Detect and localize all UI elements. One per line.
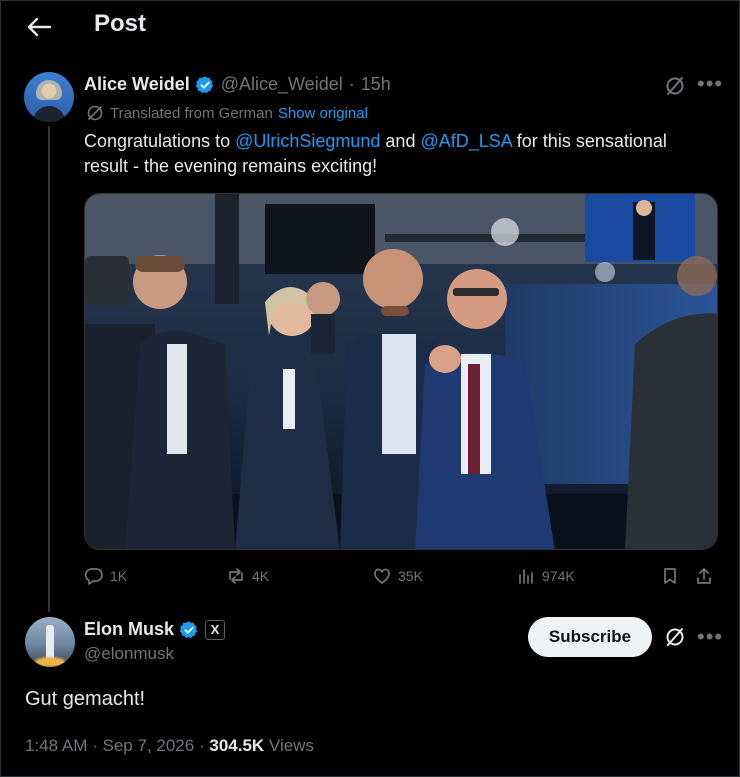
post-text-part: and (380, 131, 421, 151)
reply-text: Gut gemacht! (25, 688, 146, 710)
translation-notice: Translated from German Show original (86, 104, 368, 122)
share-action[interactable] (694, 566, 720, 586)
translated-label: Translated from German (110, 104, 273, 122)
page-title: Post (94, 10, 147, 37)
post-text: Congratulations to @UlrichSiegmund and @… (84, 129, 714, 179)
translate-icon (87, 105, 103, 121)
avatar-elon-musk[interactable] (25, 617, 75, 667)
post-photo-illustration (85, 194, 717, 549)
reply-author-row: Elon Musk X (84, 619, 226, 640)
reply-views-label: Views (268, 736, 314, 755)
post-photo[interactable] (84, 193, 718, 550)
post-time[interactable]: 15h (361, 74, 391, 95)
author-name[interactable]: Alice Weidel (84, 74, 190, 95)
views-action[interactable]: 974K (516, 566, 575, 586)
share-icon (697, 568, 711, 584)
repost-count: 4K (252, 568, 270, 584)
verified-badge-icon[interactable] (195, 75, 215, 95)
bookmark-icon (664, 568, 676, 584)
reply-author-name[interactable]: Elon Musk (84, 619, 174, 640)
separator-dot: · (348, 74, 355, 94)
thread-connector-line (48, 126, 50, 612)
reply-metadata: 1:48 AM · Sep 7, 2026 · 304.5K Views (25, 736, 314, 756)
reply-author-handle[interactable]: @elonmusk (84, 644, 174, 664)
reply-views-count: 304.5K (209, 736, 265, 755)
bookmark-action[interactable] (660, 566, 686, 586)
reply-icon (84, 568, 103, 585)
reply-date[interactable]: Sep 7, 2026 (103, 736, 195, 755)
reply-action[interactable]: 1K (84, 566, 127, 586)
separator-dot: · (198, 736, 205, 755)
mention-afd-lsa[interactable]: @AfD_LSA (420, 131, 511, 151)
like-count: 35K (398, 568, 423, 584)
post-action-bar: 1K 4K 35K 974K (84, 566, 718, 590)
views-chart-icon (519, 569, 533, 584)
avatar-alice-weidel[interactable] (24, 72, 74, 122)
verified-badge-icon[interactable] (179, 620, 199, 640)
post-text-part: Congratulations to (84, 131, 236, 151)
separator-dot: · (92, 736, 98, 755)
affiliate-x-badge[interactable]: X (205, 619, 226, 640)
repost-action[interactable]: 4K (226, 566, 269, 586)
subscribe-button[interactable]: Subscribe (528, 617, 652, 657)
like-action[interactable]: 35K (372, 566, 423, 586)
more-options-icon[interactable]: ••• (697, 73, 723, 95)
reply-time[interactable]: 1:48 AM (25, 736, 87, 755)
author-handle[interactable]: @Alice_Weidel (221, 74, 343, 95)
show-original-link[interactable]: Show original (278, 105, 368, 122)
grok-icon[interactable] (664, 626, 686, 648)
grok-icon[interactable] (664, 75, 686, 97)
views-count: 974K (542, 568, 575, 584)
repost-icon (229, 568, 243, 584)
parent-post-author-row: Alice Weidel @Alice_Weidel · 15h (84, 74, 391, 95)
arrow-left-icon[interactable] (24, 12, 54, 42)
heart-icon (374, 568, 390, 584)
reply-count: 1K (110, 568, 128, 584)
more-options-icon[interactable]: ••• (697, 626, 723, 648)
post-header: Post (0, 0, 740, 52)
mention-ulrich-siegmund[interactable]: @UlrichSiegmund (235, 131, 380, 151)
